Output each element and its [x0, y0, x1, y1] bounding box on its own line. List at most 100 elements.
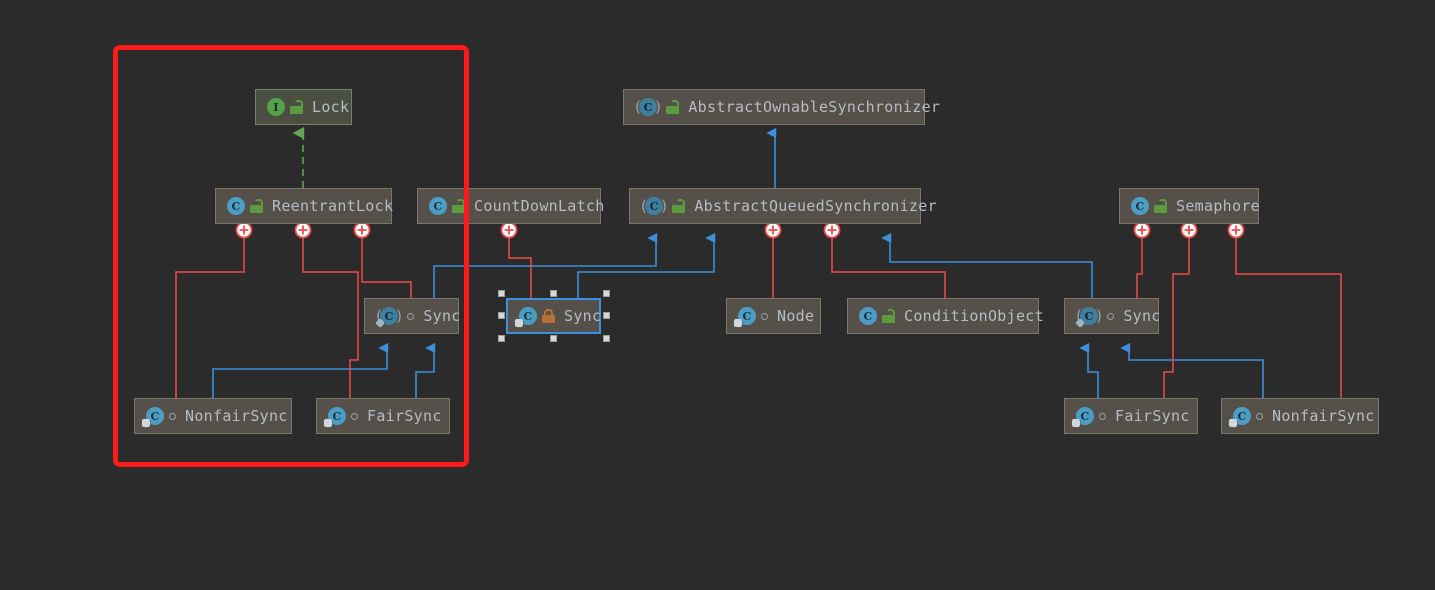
- edge-reentrantlock-inner-nonfair: [175, 232, 245, 398]
- class-node-label: ReentrantLock: [272, 197, 394, 215]
- node-icons: C: [1131, 197, 1167, 215]
- class-node-label: Sync: [564, 307, 602, 325]
- unlocked-green-icon: [452, 199, 465, 213]
- class-node-semaphore-fairsync[interactable]: C FairSync: [1064, 398, 1198, 434]
- node-icons: C: [1075, 307, 1115, 328]
- node-icons: C: [375, 307, 415, 328]
- unlocked-green-icon: [882, 309, 895, 323]
- class-node-semaphore[interactable]: C Semaphore: [1119, 188, 1260, 224]
- selection-handle-middle-left[interactable]: [498, 312, 505, 319]
- unlocked-green-icon: [672, 199, 686, 213]
- unlocked-green-icon: [250, 199, 263, 213]
- node-icons: C: [1071, 407, 1106, 428]
- class-node-label: Sync: [423, 307, 461, 325]
- node-icons: C: [323, 407, 358, 428]
- inner-class-c-icon: C: [1228, 407, 1251, 428]
- class-node-abstractqueuedsynchronizer[interactable]: C AbstractQueuedSynchronizer: [629, 188, 937, 224]
- node-icons: C: [227, 197, 263, 215]
- class-node-label: Node: [777, 307, 815, 325]
- inner-class-c-icon: C: [1071, 407, 1094, 428]
- selection-handle-bottom-center[interactable]: [550, 335, 557, 342]
- uml-class-diagram-canvas[interactable]: I Lock C AbstractOwnableSynchronizer C R…: [0, 0, 1435, 590]
- edge-cdlsync-extends-aqs: [577, 232, 716, 298]
- node-icons: C: [429, 197, 465, 215]
- class-node-node[interactable]: C Node: [726, 298, 821, 334]
- package-private-circle-icon: [351, 412, 358, 420]
- node-icons: C: [641, 197, 686, 215]
- class-node-semaphore-nonfairsync[interactable]: C NonfairSync: [1221, 398, 1379, 434]
- class-c-icon: C: [859, 307, 877, 325]
- selection-handle-top-left[interactable]: [498, 290, 505, 297]
- interface-circle-i-icon: I: [267, 98, 285, 116]
- package-private-circle-icon: [1099, 412, 1106, 420]
- inner-class-knobs: [235, 221, 1245, 239]
- edge-aqs-inner-conditionobject: [831, 232, 946, 298]
- class-c-icon: C: [429, 197, 447, 215]
- class-node-label: FairSync: [1115, 407, 1190, 425]
- class-node-label: AbstractQueuedSynchronizer: [694, 197, 937, 215]
- class-node-conditionobject[interactable]: C ConditionObject: [847, 298, 1044, 334]
- edge-rlnonfair-extends-rlsync: [212, 342, 389, 398]
- edge-semaphore-inner-nonfair: [1235, 232, 1342, 398]
- edge-semsync-extends-aqs: [881, 232, 1093, 298]
- inner-class-c-icon: C: [514, 307, 537, 328]
- unlocked-green-icon: [290, 100, 303, 114]
- selection-handle-bottom-left[interactable]: [498, 335, 505, 342]
- class-node-lock[interactable]: I Lock: [255, 89, 352, 125]
- node-icons: C: [733, 307, 768, 328]
- edge-rlsync-extends-aqs: [433, 232, 658, 298]
- locked-orange-icon: [542, 309, 555, 323]
- node-icons: C: [635, 98, 680, 116]
- class-node-reentrantlock-fairsync[interactable]: C FairSync: [316, 398, 450, 434]
- edge-countdownlatch-inner-sync: [508, 232, 532, 298]
- package-private-circle-icon: [761, 312, 768, 320]
- edge-reentrantlock-inner-sync: [361, 232, 412, 298]
- class-node-label: Sync: [1123, 307, 1161, 325]
- class-node-label: AbstractOwnableSynchronizer: [688, 98, 941, 116]
- class-node-label: Semaphore: [1176, 197, 1260, 215]
- package-private-circle-icon: [407, 312, 415, 320]
- selection-handle-top-right[interactable]: [603, 290, 610, 297]
- edge-semfair-extends-semsync: [1079, 342, 1099, 398]
- selection-handle-top-center[interactable]: [550, 290, 557, 297]
- abstract-class-c-icon: C: [635, 98, 661, 116]
- inner-class-c-icon: C: [323, 407, 346, 428]
- class-node-countdownlatch-sync[interactable]: C Sync: [506, 298, 601, 334]
- edge-reentrantlock-inner-fair: [302, 232, 359, 398]
- class-node-abstractownablesynchronizer[interactable]: C AbstractOwnableSynchronizer: [623, 89, 940, 125]
- class-node-reentrantlock-nonfairsync[interactable]: C NonfairSync: [134, 398, 292, 434]
- package-private-circle-icon: [1107, 312, 1115, 320]
- class-node-reentrantlock[interactable]: C ReentrantLock: [215, 188, 394, 224]
- class-node-countdownlatch[interactable]: C CountDownLatch: [417, 188, 604, 224]
- abstract-class-c-icon: C: [641, 197, 667, 215]
- class-c-icon: C: [1131, 197, 1149, 215]
- class-node-semaphore-sync[interactable]: C Sync: [1064, 298, 1161, 334]
- unlocked-green-icon: [666, 100, 680, 114]
- edge-rlfair-extends-rlsync: [415, 342, 436, 398]
- inner-class-c-icon: C: [733, 307, 756, 328]
- abstract-inner-class-icon: C: [1075, 307, 1102, 328]
- node-icons: C: [514, 307, 555, 328]
- class-node-label: CountDownLatch: [474, 197, 605, 215]
- package-private-circle-icon: [169, 412, 176, 420]
- abstract-inner-class-icon: C: [375, 307, 402, 328]
- class-node-label: FairSync: [367, 407, 442, 425]
- node-icons: I: [267, 98, 303, 116]
- unlocked-green-icon: [1154, 199, 1167, 213]
- edge-semnonfair-extends-semsync: [1120, 342, 1264, 398]
- class-node-label: Lock: [312, 98, 350, 116]
- selection-handle-middle-right[interactable]: [603, 312, 610, 319]
- edge-semaphore-inner-sync: [1136, 232, 1143, 298]
- class-node-reentrantlock-sync[interactable]: C Sync: [364, 298, 461, 334]
- class-c-icon: C: [227, 197, 245, 215]
- class-node-label: NonfairSync: [1272, 407, 1375, 425]
- node-icons: C: [141, 407, 176, 428]
- edge-semaphore-inner-fair: [1163, 232, 1190, 398]
- node-icons: C: [1228, 407, 1263, 428]
- inner-class-c-icon: C: [141, 407, 164, 428]
- class-node-label: ConditionObject: [904, 307, 1044, 325]
- class-node-label: NonfairSync: [185, 407, 288, 425]
- node-icons: C: [859, 307, 895, 325]
- selection-handle-bottom-right[interactable]: [603, 335, 610, 342]
- package-private-circle-icon: [1256, 412, 1263, 420]
